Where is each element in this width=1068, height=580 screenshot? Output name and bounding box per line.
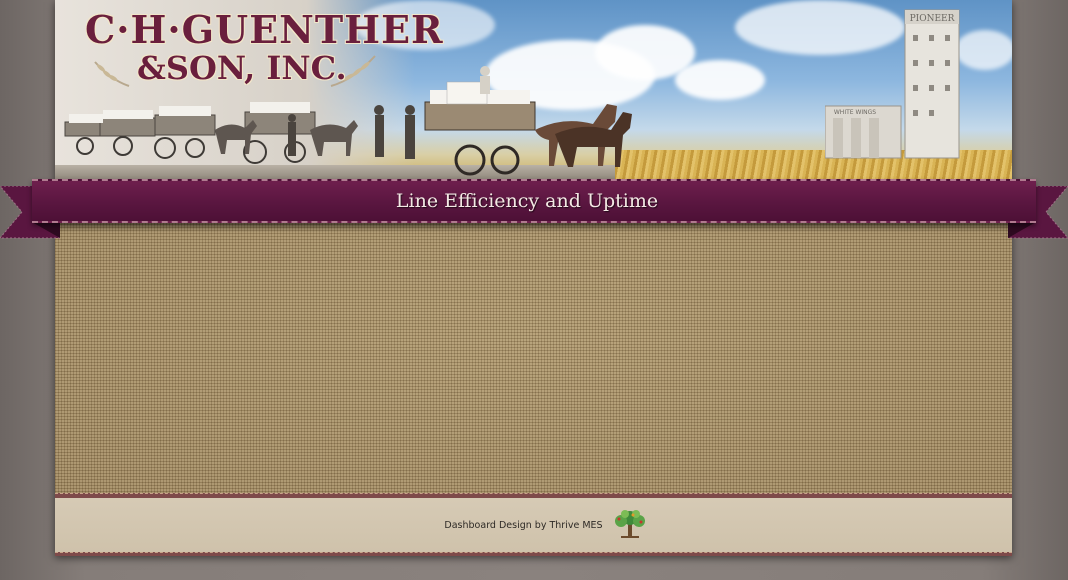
title-ribbon: Line Efficiency and Uptime (32, 179, 1036, 223)
page-title: Line Efficiency and Uptime (395, 190, 659, 212)
tree-icon (614, 510, 645, 538)
company-logo: C·H·GUENTHER &SON, INC. (85, 7, 444, 90)
dashboard-page: PIONEER WHITE WINGS C·H·GUENTHER &SON, I… (55, 0, 1012, 556)
elevator-sign: PIONEER (910, 14, 955, 24)
burlap-content-area (55, 223, 1012, 495)
grain-elevator-illustration: PIONEER WHITE WINGS (825, 9, 960, 159)
header-banner: PIONEER WHITE WINGS C·H·GUENTHER &SON, I… (55, 0, 1012, 180)
footer: Dashboard Design by Thrive MES (55, 498, 1012, 552)
logo-line-2: &SON, INC. (137, 49, 347, 87)
content-shadow (55, 223, 1012, 233)
footer-stitch-bottom (55, 552, 1012, 556)
silo-sign: WHITE WINGS (834, 109, 876, 116)
footer-credit: Dashboard Design by Thrive MES (444, 519, 603, 531)
logo-line-1: C·H·GUENTHER (85, 7, 444, 52)
